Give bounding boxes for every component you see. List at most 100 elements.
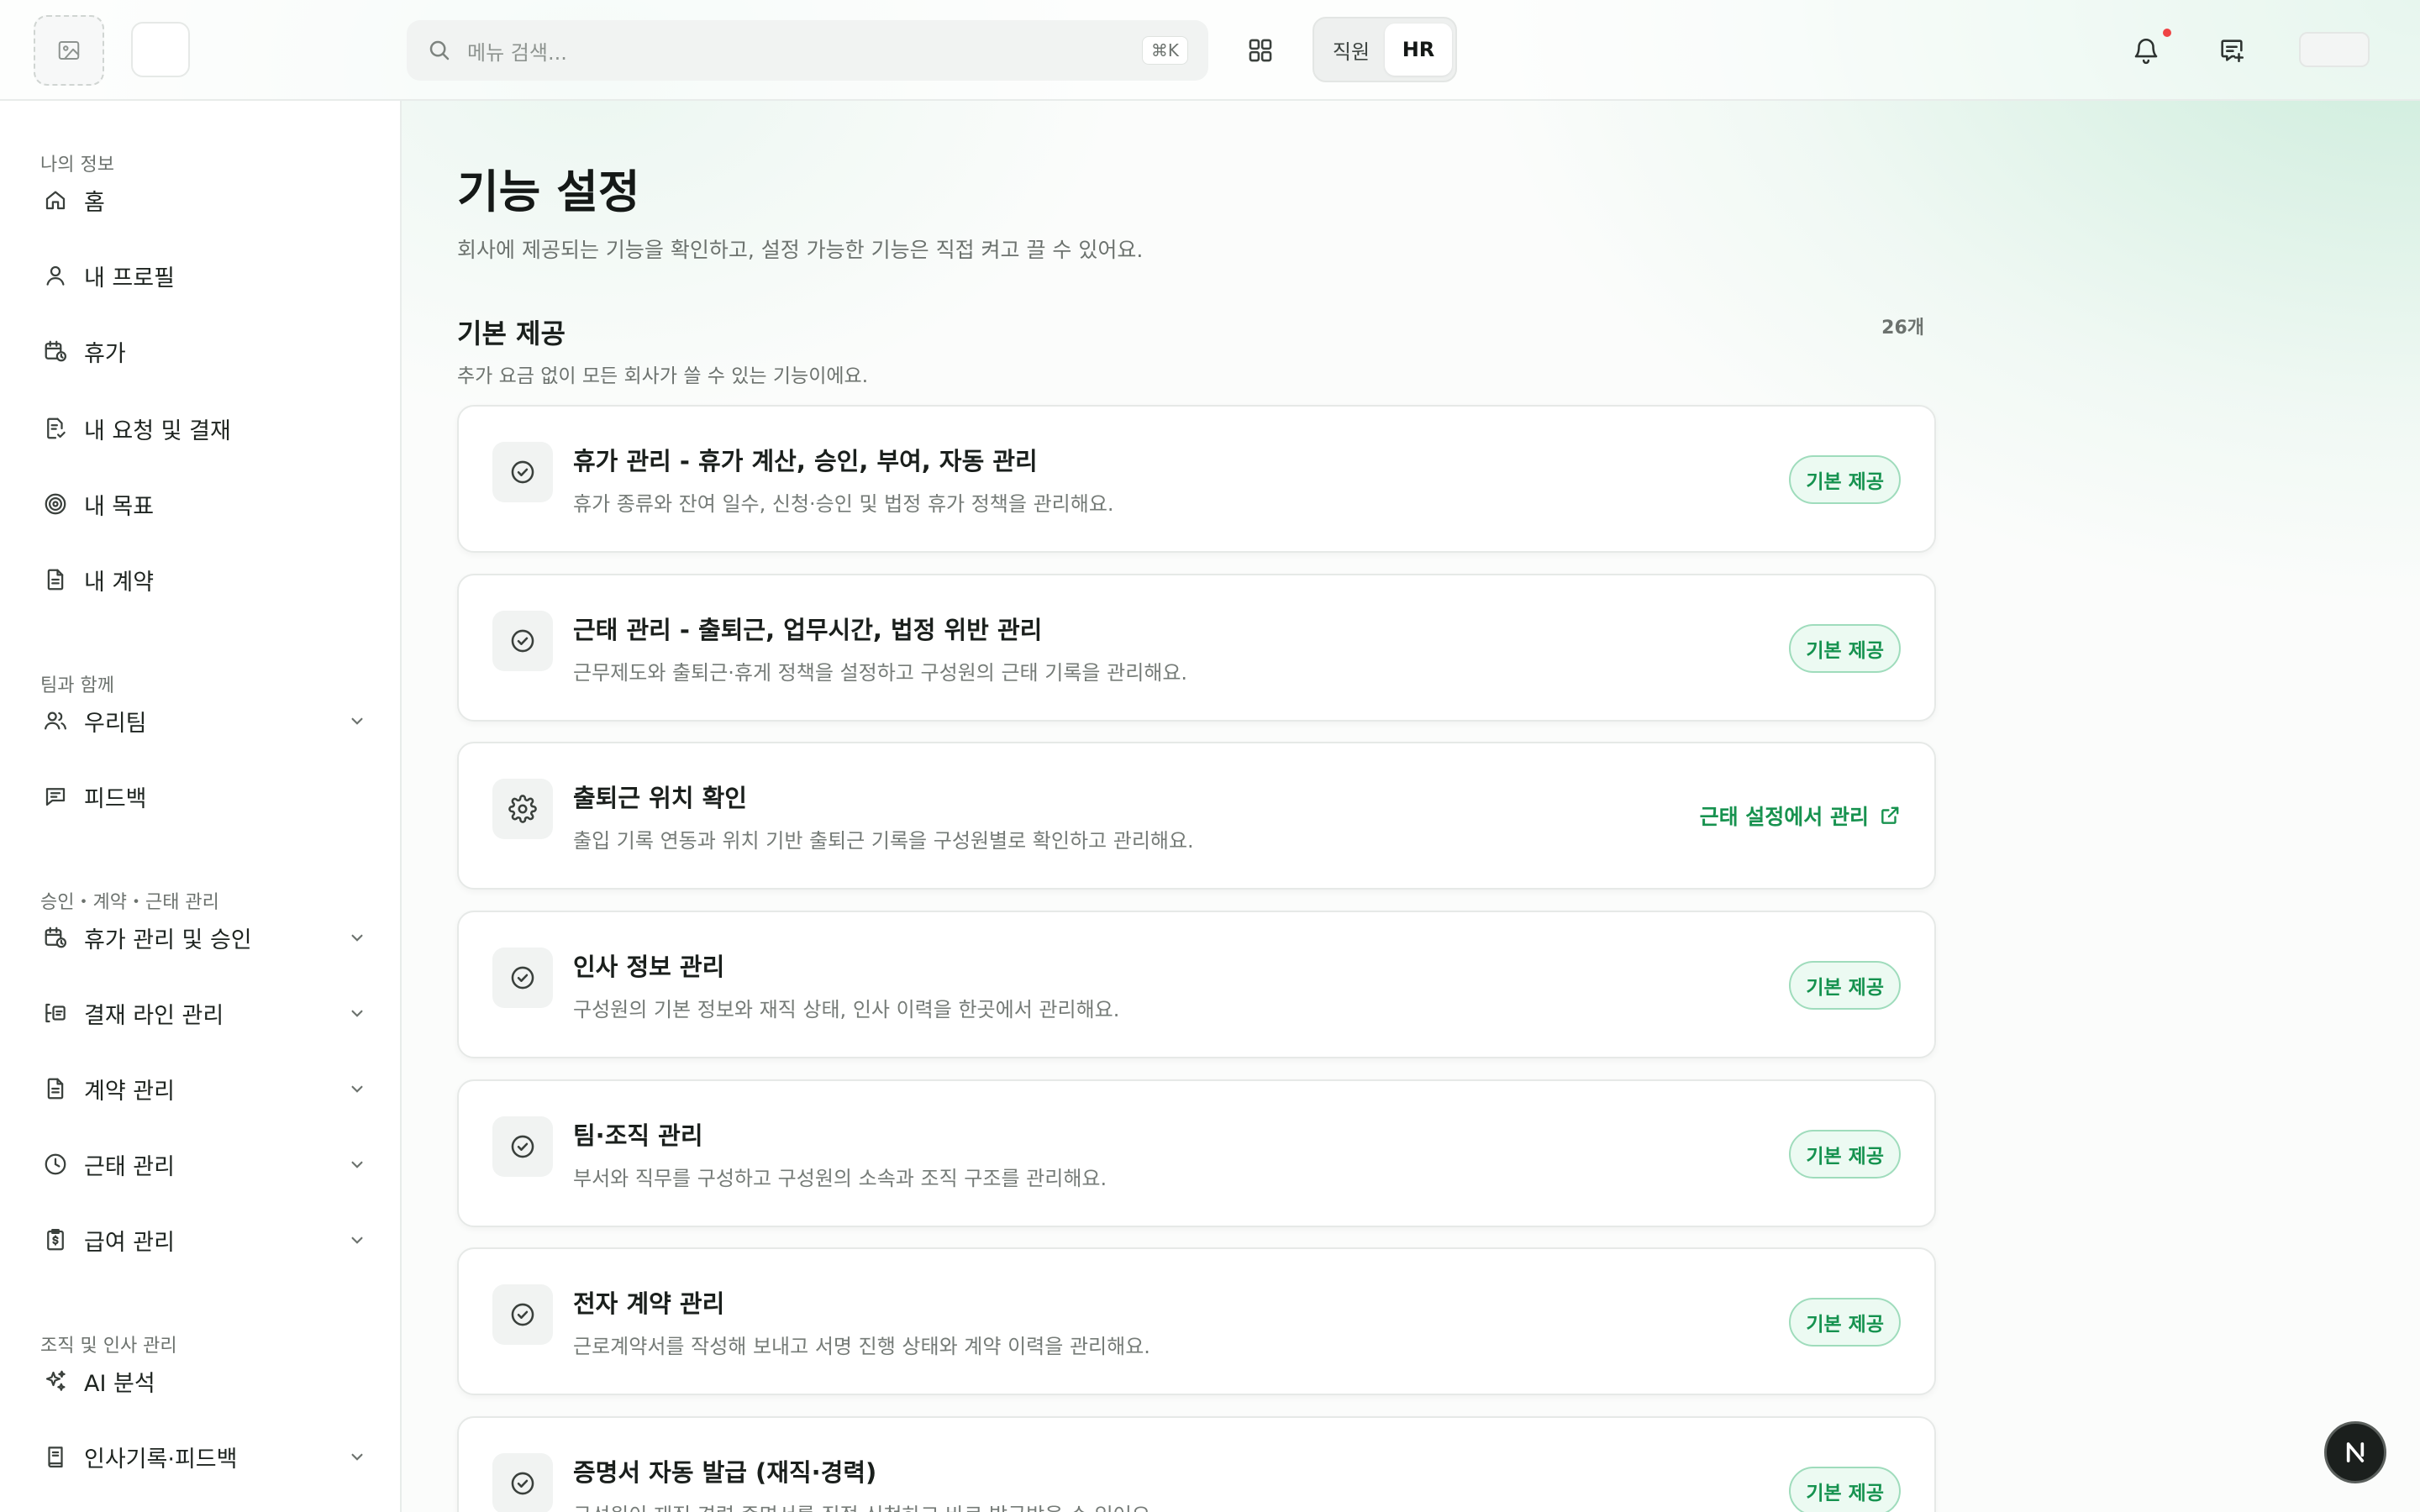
calendar-clock-icon	[42, 338, 69, 365]
sparkles-icon	[42, 1368, 69, 1394]
file-text-icon	[42, 1075, 69, 1102]
feature-card: 팀·조직 관리 부서와 직무를 구성하고 구성원의 소속과 조직 구조를 관리해…	[457, 1079, 1936, 1227]
book-icon	[42, 1443, 69, 1470]
sidebar-item-feedback[interactable]: 피드백	[34, 769, 375, 823]
sidebar-item-contracts[interactable]: 내 계약	[34, 553, 375, 606]
check-circle-icon	[492, 1453, 553, 1512]
sidebar-item-goals[interactable]: 내 목표	[34, 477, 375, 531]
sidebar-item-leave[interactable]: 휴가	[34, 324, 375, 378]
sidebar-item-label: AI 분석	[84, 1370, 155, 1397]
sidebar-item-label: 결재 라인 관리	[84, 1002, 224, 1029]
page-title: 기능 설정	[457, 165, 640, 218]
section-title: 기본 제공	[457, 318, 566, 349]
chevron-down-icon	[351, 717, 363, 725]
included-badge: 기본 제공	[1789, 455, 1901, 504]
search-shortcut-hint: ⌘K	[1141, 36, 1188, 65]
feature-description: 출입 기록 연동과 위치 기반 출퇴근 기록을 구성원별로 확인하고 관리해요.	[573, 829, 1194, 853]
check-circle-icon	[492, 611, 553, 671]
target-icon	[42, 491, 69, 517]
sidebar-item-leave-management[interactable]: 휴가 관리 및 승인	[34, 911, 375, 964]
users-icon	[42, 707, 69, 734]
sidebar-item-contract-management[interactable]: 계약 관리	[34, 1062, 375, 1116]
role-option-employee[interactable]: 직원	[1318, 24, 1385, 76]
feature-title: 팀·조직 관리	[573, 1121, 703, 1150]
role-option-hr[interactable]: HR	[1385, 24, 1452, 76]
chevron-down-icon	[351, 1085, 363, 1093]
gear-icon	[492, 779, 553, 839]
sidebar-item-label: 내 프로필	[84, 265, 175, 291]
sidebar-item-attendance[interactable]: 근태 관리	[34, 1137, 375, 1191]
feature-card: 휴가 관리 - 휴가 계산, 승인, 부여, 자동 관리 휴가 종류와 잔여 일…	[457, 405, 1936, 553]
external-link-icon	[1881, 806, 1899, 824]
included-badge: 기본 제공	[1789, 1130, 1901, 1179]
approval-line-icon	[42, 1000, 69, 1026]
check-circle-icon	[492, 1116, 553, 1177]
sidebar-item-ai-analysis[interactable]: AI 분석	[34, 1354, 375, 1408]
feature-description: 휴가 종류와 잔여 일수, 신청·승인 및 법정 휴가 정책을 관리해요.	[573, 492, 1114, 516]
sidebar-item-label: 휴가	[84, 340, 126, 367]
clock-icon	[42, 1151, 69, 1178]
page-subtitle: 회사에 제공되는 기능을 확인하고, 설정 가능한 기능은 직접 켜고 끌 수 …	[457, 238, 1144, 262]
section-description: 추가 요금 없이 모든 회사가 쓸 수 있는 기능이에요.	[457, 365, 868, 387]
feature-card: 전자 계약 관리 근로계약서를 작성해 보내고 서명 진행 상태와 계약 이력을…	[457, 1247, 1936, 1395]
feature-card: 근태 관리 - 출퇴근, 업무시간, 법정 위반 관리 근무제도와 출퇴근·휴게…	[457, 574, 1936, 722]
sidebar-item-profile[interactable]: 내 프로필	[34, 249, 375, 302]
chevron-down-icon	[351, 1453, 363, 1461]
sidebar-item-hr-records[interactable]: 인사기록·피드백	[34, 1430, 375, 1483]
document-check-icon	[42, 415, 69, 442]
company-logo-slot[interactable]	[131, 22, 190, 77]
feature-description: 구성원의 기본 정보와 재직 상태, 인사 이력을 한곳에서 관리해요.	[573, 998, 1120, 1021]
sidebar-item-label: 우리팀	[84, 710, 147, 737]
chevron-down-icon	[351, 1236, 363, 1244]
sidebar-item-label: 인사기록·피드백	[84, 1446, 238, 1473]
next-logo-icon	[2346, 1442, 2365, 1462]
payroll-icon	[42, 1226, 69, 1253]
chevron-down-icon	[351, 1161, 363, 1168]
sidebar-item-label: 근태 관리	[84, 1153, 175, 1180]
feature-title: 인사 정보 관리	[573, 953, 725, 981]
message-plus-icon	[2221, 39, 2244, 63]
link-label: 근태 설정에서 관리	[1699, 805, 1869, 829]
feature-title: 증명서 자동 발급 (재직·경력)	[573, 1458, 877, 1487]
included-badge: 기본 제공	[1789, 1467, 1901, 1512]
search-input[interactable]: 메뉴 검색...	[467, 36, 1142, 66]
chevron-down-icon	[351, 934, 363, 942]
feature-title: 휴가 관리 - 휴가 계산, 승인, 부여, 자동 관리	[573, 447, 1038, 475]
included-badge: 기본 제공	[1789, 961, 1901, 1010]
floating-dev-button[interactable]	[2324, 1421, 2386, 1483]
sidebar-item-requests[interactable]: 내 요청 및 결재	[34, 402, 375, 455]
sidebar-item-label: 급여 관리	[84, 1229, 175, 1256]
feature-title: 근태 관리 - 출퇴근, 업무시간, 법정 위반 관리	[573, 616, 1043, 644]
file-text-icon	[42, 566, 69, 593]
role-switcher: 직원 HR	[1313, 17, 1457, 82]
included-badge: 기본 제공	[1789, 624, 1901, 673]
feature-description: 근무제도와 출퇴근·휴게 정책을 설정하고 구성원의 근태 기록을 관리해요.	[573, 661, 1188, 685]
feature-description: 구성원이 재직·경력 증명서를 직접 신청하고 바로 발급받을 수 있어요.	[573, 1499, 1157, 1512]
included-badge: 기본 제공	[1789, 1298, 1901, 1347]
sidebar-item-label: 내 목표	[84, 493, 155, 520]
sidebar-item-label: 내 계약	[84, 569, 155, 596]
manage-in-attendance-settings-link[interactable]: 근태 설정에서 관리	[1700, 801, 1901, 831]
apps-grid-button[interactable]	[1240, 30, 1281, 71]
sidebar-item-team[interactable]: 우리팀	[34, 694, 375, 748]
top-header: 메뉴 검색... ⌘K 직원 HR	[0, 0, 2420, 101]
sidebar-item-label: 내 요청 및 결재	[84, 417, 231, 444]
search-bar[interactable]: 메뉴 검색... ⌘K	[407, 20, 1208, 81]
sidebar-item-home[interactable]: 홈	[34, 173, 375, 227]
search-icon	[429, 40, 450, 60]
user-icon	[42, 262, 69, 289]
feature-description: 근로계약서를 작성해 보내고 서명 진행 상태와 계약 이력을 관리해요.	[573, 1335, 1150, 1358]
check-circle-icon	[492, 948, 553, 1008]
sidebar-item-label: 계약 관리	[84, 1078, 175, 1105]
feature-title: 전자 계약 관리	[573, 1289, 725, 1318]
user-menu[interactable]	[2299, 32, 2370, 67]
sidebar-item-payroll[interactable]: 급여 관리	[34, 1213, 375, 1267]
notifications-button[interactable]	[2126, 30, 2166, 71]
feature-description: 부서와 직무를 구성하고 구성원의 소속과 조직 구조를 관리해요.	[573, 1167, 1107, 1190]
feedback-button[interactable]	[2212, 30, 2252, 71]
sidebar-item-label: 피드백	[84, 785, 147, 812]
sidebar-item-approval-line[interactable]: 결재 라인 관리	[34, 986, 375, 1040]
logo-placeholder[interactable]	[34, 15, 104, 86]
sidebar-item-label: 홈	[84, 189, 105, 216]
check-circle-icon	[492, 1284, 553, 1345]
